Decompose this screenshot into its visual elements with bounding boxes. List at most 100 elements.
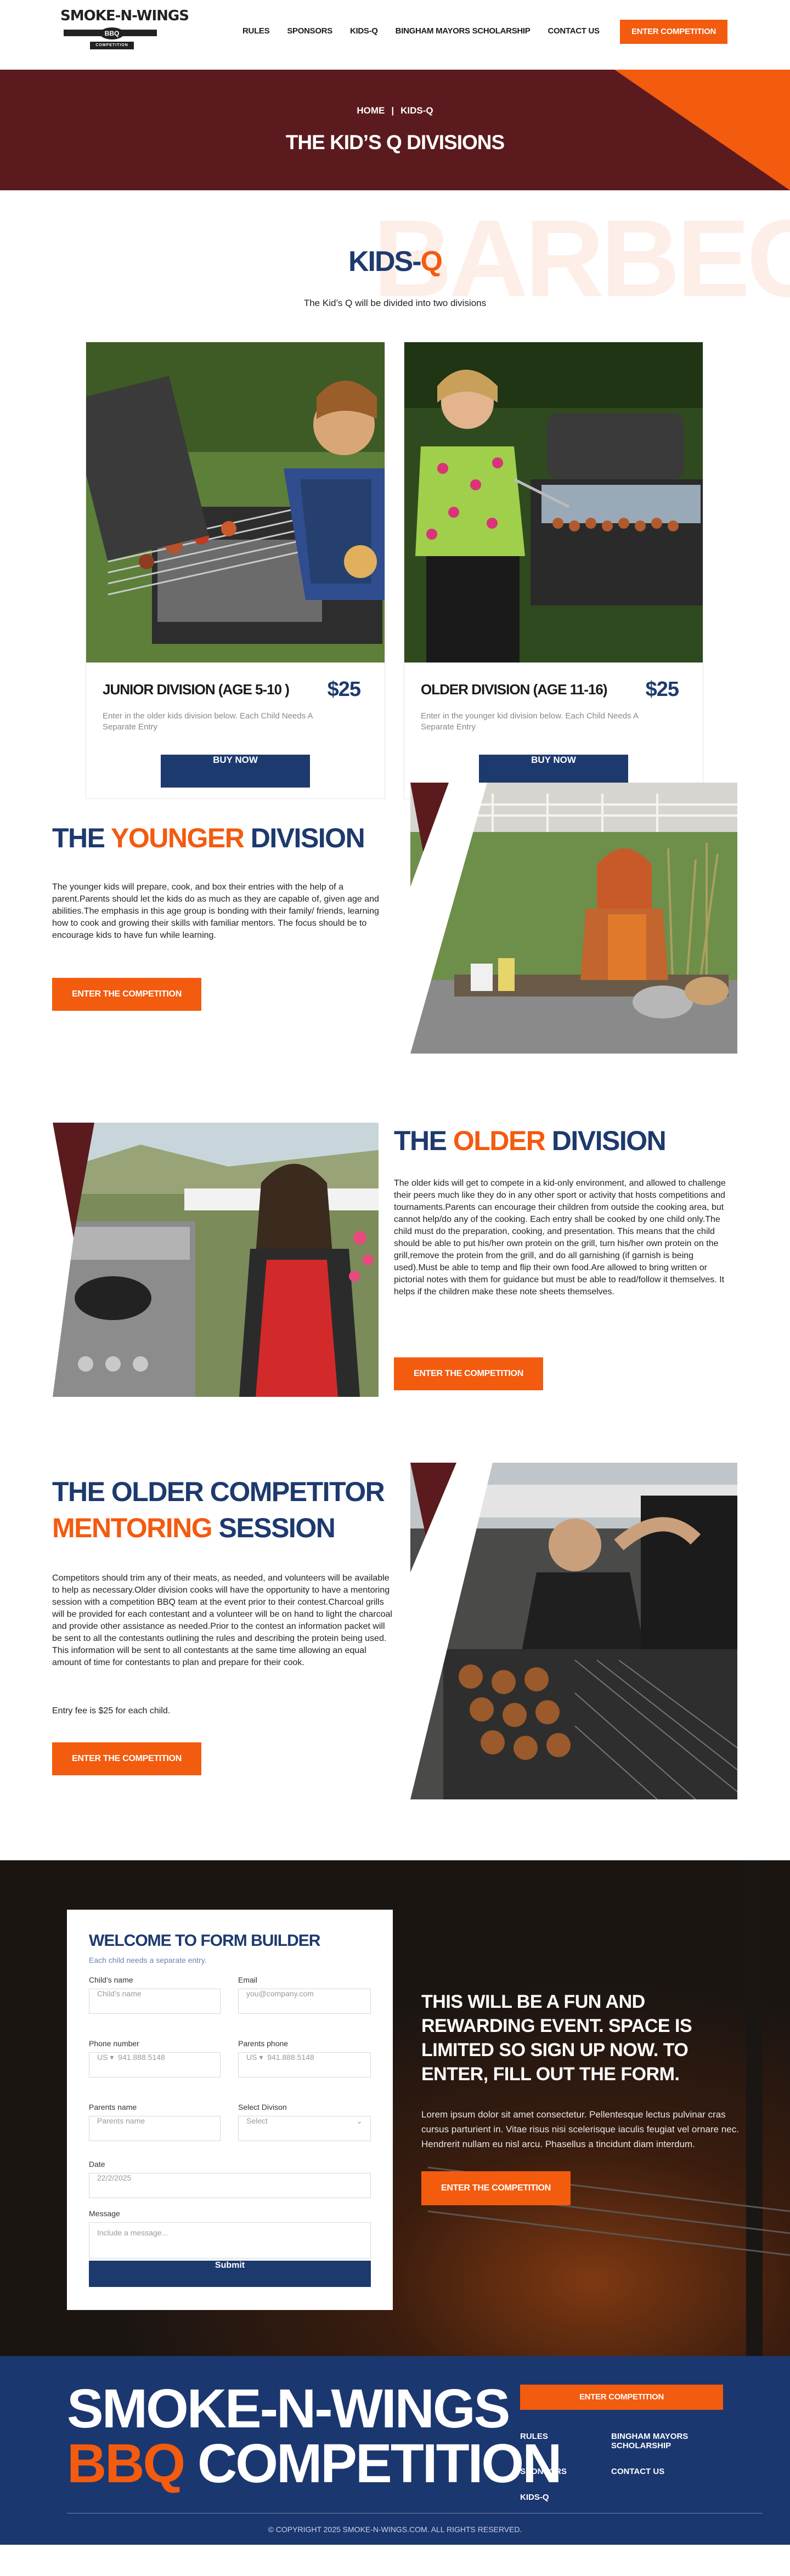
mentoring-section: THE OLDER COMPETITOR MENTORING SESSION Co… (0, 1463, 790, 1860)
date-input[interactable]: 22/2/2025 (89, 2173, 371, 2198)
older-division-price: $25 (645, 678, 679, 701)
date-label: Date (89, 2160, 105, 2169)
message-textarea[interactable]: Include a message... (89, 2222, 371, 2258)
footer-brand-line2: COMPETITION (184, 2433, 562, 2494)
message-label: Message (89, 2209, 120, 2218)
older-enter-button[interactable]: ENTER THE COMPETITION (394, 1357, 543, 1390)
child-name-label: Child’s name (89, 1975, 133, 1984)
mentoring-heading-accent: MENTORING (52, 1513, 213, 1543)
parents-phone-country[interactable]: US (246, 2053, 257, 2062)
email-field: Email you@company.com (238, 1975, 371, 2014)
kids-q-heading-main: KIDS- (348, 246, 422, 278)
nav-kids-q[interactable]: KIDS-Q (350, 26, 378, 36)
division-select-field: Select Divison Select ⌄ (238, 2103, 371, 2141)
footer-link-sponsors[interactable]: SPONSORS (520, 2467, 611, 2476)
kids-q-section: BARBECUE KIDS-Q The Kid’s Q will be divi… (0, 190, 790, 799)
older-division-body: The older kids will get to compete in a … (394, 1179, 726, 1297)
footer-link-rules[interactable]: RULES (520, 2432, 611, 2450)
phone-value: 941.888.5148 (118, 2053, 165, 2062)
parents-phone-field: Parents phone US ▾ 941.888.5148 (238, 2039, 371, 2077)
junior-division-title: JUNIOR DIVISION (AGE 5-10 ) (103, 681, 290, 698)
breadcrumb-separator: | (391, 105, 394, 116)
division-select-value: Select (246, 2116, 268, 2125)
parents-name-label: Parents name (89, 2103, 137, 2111)
promo-body: Lorem ipsum dolor sit amet consectetur. … (421, 2109, 739, 2149)
junior-division-price: $25 (327, 678, 361, 701)
footer-brand: SMOKE-N-WINGS BBQ COMPETITION (67, 2378, 562, 2494)
parents-phone-label: Parents phone (238, 2039, 289, 2048)
footer-brand-accent: BBQ (67, 2433, 185, 2494)
mentoring-body: Competitors should trim any of their mea… (52, 1573, 392, 1667)
site-logo[interactable]: SMOKE-N-WINGS BBQ COMPETITION (60, 8, 189, 55)
division-select-label: Select Divison (238, 2103, 287, 2111)
younger-heading-post: DIVISION (244, 823, 365, 853)
younger-division-section: THE YOUNGER DIVISION The younger kids wi… (0, 783, 790, 1123)
younger-division-photo (410, 783, 737, 1054)
nav-scholarship[interactable]: BINGHAM MAYORS SCHOLARSHIP (396, 26, 531, 36)
enter-competition-button[interactable]: ENTER COMPETITION (620, 20, 727, 44)
footer-link-scholarship[interactable]: BINGHAM MAYORS SCHOLARSHIP (611, 2432, 732, 2450)
phone-input[interactable]: US ▾ 941.888.5148 (89, 2052, 221, 2077)
page-title: THE KID’S Q DIVISIONS (285, 131, 505, 154)
division-select[interactable]: Select ⌄ (238, 2116, 371, 2141)
older-division-title: OLDER DIVISION (AGE 11-16) (421, 681, 608, 698)
chevron-down-icon: ▾ (259, 2053, 263, 2062)
submit-button[interactable]: Submit (89, 2261, 371, 2287)
younger-heading-accent: YOUNGER (111, 823, 245, 853)
parents-name-field: Parents name Parents name (89, 2103, 221, 2141)
form-title: WELCOME TO FORM BUILDER (89, 1932, 320, 1950)
email-input[interactable]: you@company.com (238, 1989, 371, 2014)
younger-division-heading: THE YOUNGER DIVISION (52, 820, 365, 856)
kids-q-intro: The Kid’s Q will be divided into two div… (303, 298, 487, 308)
page-hero: HOME | KIDS-Q THE KID’S Q DIVISIONS (0, 70, 790, 190)
junior-division-card: JUNIOR DIVISION (AGE 5-10 ) $25 Enter in… (86, 342, 385, 799)
younger-enter-button[interactable]: ENTER THE COMPETITION (52, 978, 201, 1011)
older-division-photo (404, 342, 703, 663)
mentoring-photo (410, 1463, 737, 1799)
mentoring-heading: THE OLDER COMPETITOR MENTORING SESSION (52, 1474, 403, 1546)
logo-badge: BBQ (100, 27, 124, 39)
form-hint: Each child needs a separate entry. (89, 1956, 207, 1964)
nav-rules[interactable]: RULES (242, 26, 270, 36)
promo-enter-button[interactable]: ENTER THE COMPETITION (421, 2171, 571, 2205)
chevron-down-icon: ▾ (110, 2053, 114, 2062)
site-footer: SMOKE-N-WINGS BBQ COMPETITION ENTER COMP… (0, 2356, 790, 2545)
main-nav: RULES SPONSORS KIDS-Q BINGHAM MAYORS SCH… (242, 26, 600, 36)
older-heading-accent: OLDER (453, 1125, 546, 1156)
older-heading-post: DIVISION (545, 1125, 667, 1156)
parents-phone-input[interactable]: US ▾ 941.888.5148 (238, 2052, 371, 2077)
breadcrumb-home[interactable]: HOME (357, 105, 385, 116)
entry-form-section: WELCOME TO FORM BUILDER Each child needs… (0, 1860, 790, 2356)
phone-country[interactable]: US (97, 2053, 108, 2062)
child-name-input[interactable]: Child’s name (89, 1989, 221, 2014)
promo-block: THIS WILL BE A FUN AND REWARDING EVENT. … (421, 1990, 751, 2205)
phone-label: Phone number (89, 2039, 139, 2048)
nav-sponsors[interactable]: SPONSORS (287, 26, 332, 36)
email-label: Email (238, 1975, 258, 1984)
mentoring-heading-line1: THE OLDER COMPETITOR (52, 1476, 385, 1507)
site-header: SMOKE-N-WINGS BBQ COMPETITION RULES SPON… (0, 0, 790, 70)
kids-q-heading: KIDS-Q (0, 245, 790, 278)
chevron-down-icon: ⌄ (356, 2116, 363, 2125)
footer-link-contact[interactable]: CONTACT US (611, 2467, 732, 2476)
footer-enter-competition-button[interactable]: ENTER COMPETITION (520, 2385, 723, 2410)
phone-field: Phone number US ▾ 941.888.5148 (89, 2039, 221, 2077)
nav-contact[interactable]: CONTACT US (548, 26, 600, 36)
junior-division-desc: Enter in the older kids division below. … (103, 711, 313, 732)
mentoring-enter-button[interactable]: ENTER THE COMPETITION (52, 1742, 201, 1775)
copyright: © COPYRIGHT 2025 SMOKE-N-WINGS.COM. ALL … (268, 2525, 522, 2534)
younger-division-body: The younger kids will prepare, cook, and… (52, 882, 379, 940)
logo-text: SMOKE-N-WINGS (60, 8, 189, 24)
junior-division-photo (86, 342, 385, 663)
footer-links: RULES BINGHAM MAYORS SCHOLARSHIP SPONSOR… (520, 2432, 732, 2502)
parents-name-input[interactable]: Parents name (89, 2116, 221, 2141)
older-division-desc: Enter in the younger kid division below.… (421, 711, 639, 732)
footer-brand-line1: SMOKE-N-WINGS (67, 2378, 510, 2439)
parents-phone-value: 941.888.5148 (267, 2053, 314, 2062)
older-division-photo (53, 1123, 379, 1397)
breadcrumb: HOME | KIDS-Q (0, 105, 790, 116)
older-division-card: OLDER DIVISION (AGE 11-16) $25 Enter in … (404, 342, 703, 799)
logo-subtext: COMPETITION (90, 42, 134, 49)
mentoring-fee: Entry fee is $25 for each child. (52, 1706, 171, 1716)
footer-link-kids-q[interactable]: KIDS-Q (520, 2493, 611, 2502)
